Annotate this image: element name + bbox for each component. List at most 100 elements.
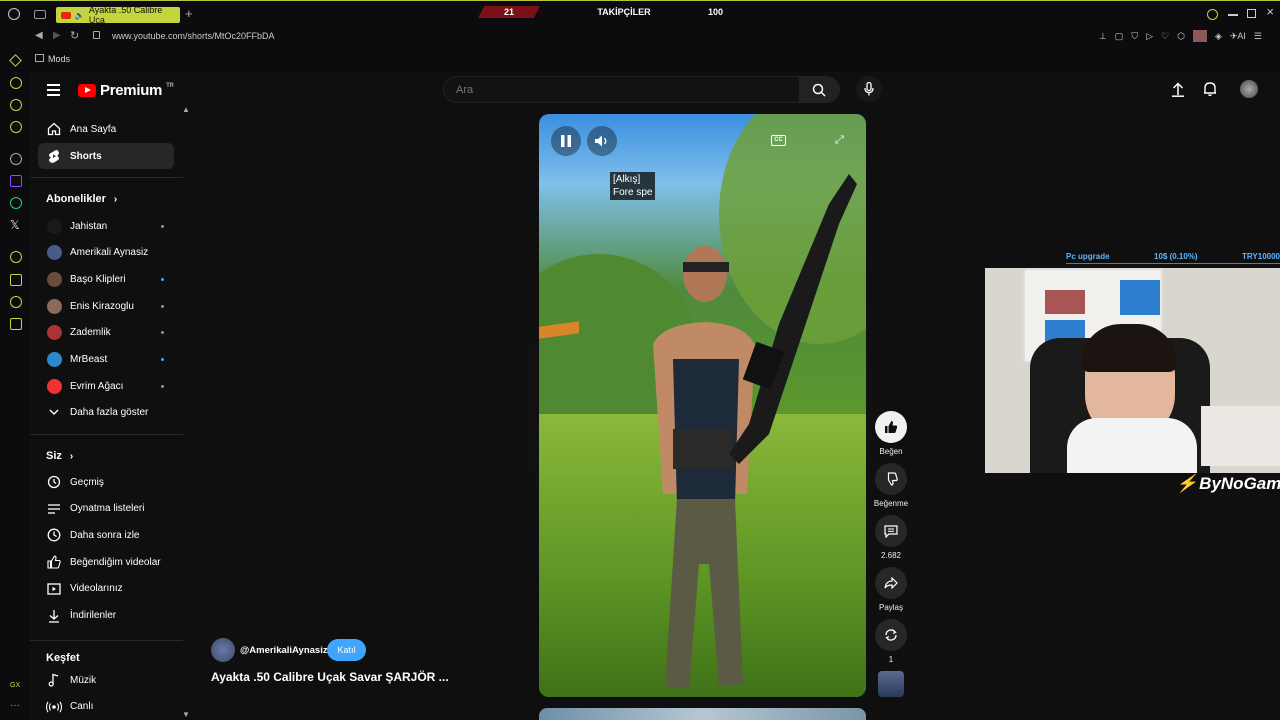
volume-button[interactable] [587,126,617,156]
subscription-item[interactable]: MrBeast [38,347,174,373]
gx-limiter-icon[interactable] [10,121,22,133]
subscriptions-heading[interactable]: Abonelikler › [46,193,117,205]
sidebar-item-live[interactable]: Canlı [38,694,174,720]
sidebar-item-shorts[interactable]: Shorts [38,143,174,169]
sidebar-item-playlists[interactable]: Oynatma listeleri [38,496,174,522]
short-title[interactable]: Ayakta .50 Calibre Uçak Savar ŞARJÖR ... [211,670,449,684]
mods-bookmark[interactable]: Mods [48,54,70,64]
heart-icon[interactable]: ♡ [1161,31,1169,42]
remix-button[interactable] [875,619,907,651]
channel-handle[interactable]: @AmerikaliAynasiz [240,645,328,656]
player-icon[interactable]: ▷ [1146,31,1153,42]
sponsor-logo: ⚡ ByNoGame [1176,474,1280,494]
whatsapp-icon[interactable] [10,197,22,209]
ai-label: AI [1237,30,1246,41]
remix-action[interactable]: 1 [873,619,909,664]
subscription-item[interactable]: Enis Kirazoglu [38,293,174,319]
pause-icon [561,135,571,147]
x-twitter-icon[interactable]: 𝕏 [10,218,20,232]
voice-search-button[interactable] [856,76,882,102]
microphone-icon [864,82,874,96]
reload-icon[interactable]: ↻ [70,29,79,42]
hamburger-menu-icon[interactable] [47,84,60,96]
thumbs-down-icon [887,472,898,486]
twitch-icon[interactable] [10,175,22,187]
vpn-icon[interactable]: ◈ [1215,31,1222,42]
sidebar-item-watch-later[interactable]: Daha sonra izle [38,522,174,548]
youtube-premium-logo[interactable]: Premium TR [78,82,174,99]
search-button[interactable] [799,77,839,102]
subscription-item[interactable]: Başo Klipleri [38,266,174,292]
subscription-item[interactable]: Evrim Ağacı [38,373,174,399]
dislike-button[interactable] [875,463,907,495]
notifications-bell-icon[interactable] [1203,81,1217,102]
join-button[interactable]: Katıl [327,639,366,661]
comments-button[interactable] [875,515,907,547]
fullscreen-icon[interactable]: ⤢ [835,134,844,147]
sidebar-item-history[interactable]: Geçmiş [38,469,174,495]
browser-top-bar: 🔊 Ayakta .50 Calibre Uça + 21 TAKİPÇİLER… [0,0,1280,28]
snapshot-icon[interactable]: ▢ [1115,31,1124,42]
extension-icon[interactable]: ⬡ [1177,31,1185,42]
account-avatar[interactable] [1240,80,1258,98]
url-field[interactable]: www.youtube.com/shorts/MtOc20FFbDA [112,31,275,41]
stream-follower-bar: 21 TAKİPÇİLER 100 [478,5,768,19]
gx-cleaner-icon[interactable] [10,99,22,111]
pause-button[interactable] [551,126,581,156]
search-input[interactable] [444,77,801,102]
gx-mods-icon[interactable] [10,274,22,286]
sidebar-item-home[interactable]: Ana Sayfa [38,116,174,142]
short-video-player[interactable]: CC ⤢ [Alkış] Fore spe [539,114,866,697]
dislike-action[interactable]: Beğenme [873,463,909,508]
playlists-icon [38,503,70,515]
sidebar-item-downloads[interactable]: İndirilenler [38,603,174,629]
comments-action[interactable]: 2.682 [873,515,909,560]
pin-icon[interactable]: ⊥ [1099,31,1107,42]
captions-icon[interactable]: CC [771,135,786,146]
sidebar-item-your-videos[interactable]: Videolarınız [38,576,174,602]
gx-music-icon[interactable] [10,251,22,263]
minimize-icon[interactable] [1228,14,1238,16]
subscription-item[interactable]: Amerikali Aynasiz [38,240,174,266]
search-tabs-icon[interactable] [1207,9,1218,20]
aria-icon[interactable]: ✈AI [1230,31,1246,42]
show-more-button[interactable]: Daha fazla göster [38,399,174,425]
channel-avatar[interactable] [211,638,235,662]
share-label: Paylaş [878,603,903,612]
subscription-item[interactable]: Zademlik [38,320,174,346]
like-action[interactable]: Beğen [873,411,909,456]
back-icon[interactable]: ◀ [35,30,43,41]
shield-icon[interactable]: ⛉ [1131,31,1138,42]
sidebar-item-liked[interactable]: Beğendiğim videolar [38,549,174,575]
upload-icon[interactable] [1172,82,1184,102]
share-button[interactable] [875,567,907,599]
channel-avatar [46,378,62,394]
new-tab-icon[interactable]: + [185,6,193,21]
forward-icon[interactable]: ▶ [53,30,61,41]
close-window-icon[interactable]: × [1266,4,1274,19]
ai-assistant-icon[interactable] [10,153,22,165]
share-action[interactable]: Paylaş [873,567,909,612]
sidebar-scroll-down-icon[interactable]: ▼ [182,710,190,719]
menu-lines-icon[interactable]: ☰ [1254,31,1262,42]
profile-thumb[interactable] [1192,30,1207,42]
next-short-preview[interactable] [539,708,866,720]
goal-progress: 10$ (0.10%) [1154,252,1198,261]
sidebar-item-label: Oynatma listeleri [70,503,145,515]
gx-settings-icon[interactable] [10,318,22,330]
sidebar-scroll-up-icon[interactable]: ▲ [182,105,190,114]
sidebar-item-music[interactable]: Müzik [38,667,174,693]
more-icon[interactable]: ··· [10,700,20,711]
sound-thumbnail[interactable] [878,671,904,697]
browser-tab-active[interactable]: 🔊 Ayakta .50 Calibre Uça [56,5,180,25]
opera-gx-logo-icon[interactable] [8,8,20,20]
liked-icon [38,555,70,569]
maximize-icon[interactable] [1247,9,1256,18]
gx-corner-icon[interactable] [10,77,22,89]
caption-line: [Alkış] [613,174,641,185]
tab-overview-icon[interactable] [34,10,46,19]
like-button[interactable] [875,411,907,443]
gx-games-icon[interactable] [10,296,22,308]
you-heading[interactable]: Siz › [46,450,73,462]
subscription-item[interactable]: Jahistan [38,213,174,239]
